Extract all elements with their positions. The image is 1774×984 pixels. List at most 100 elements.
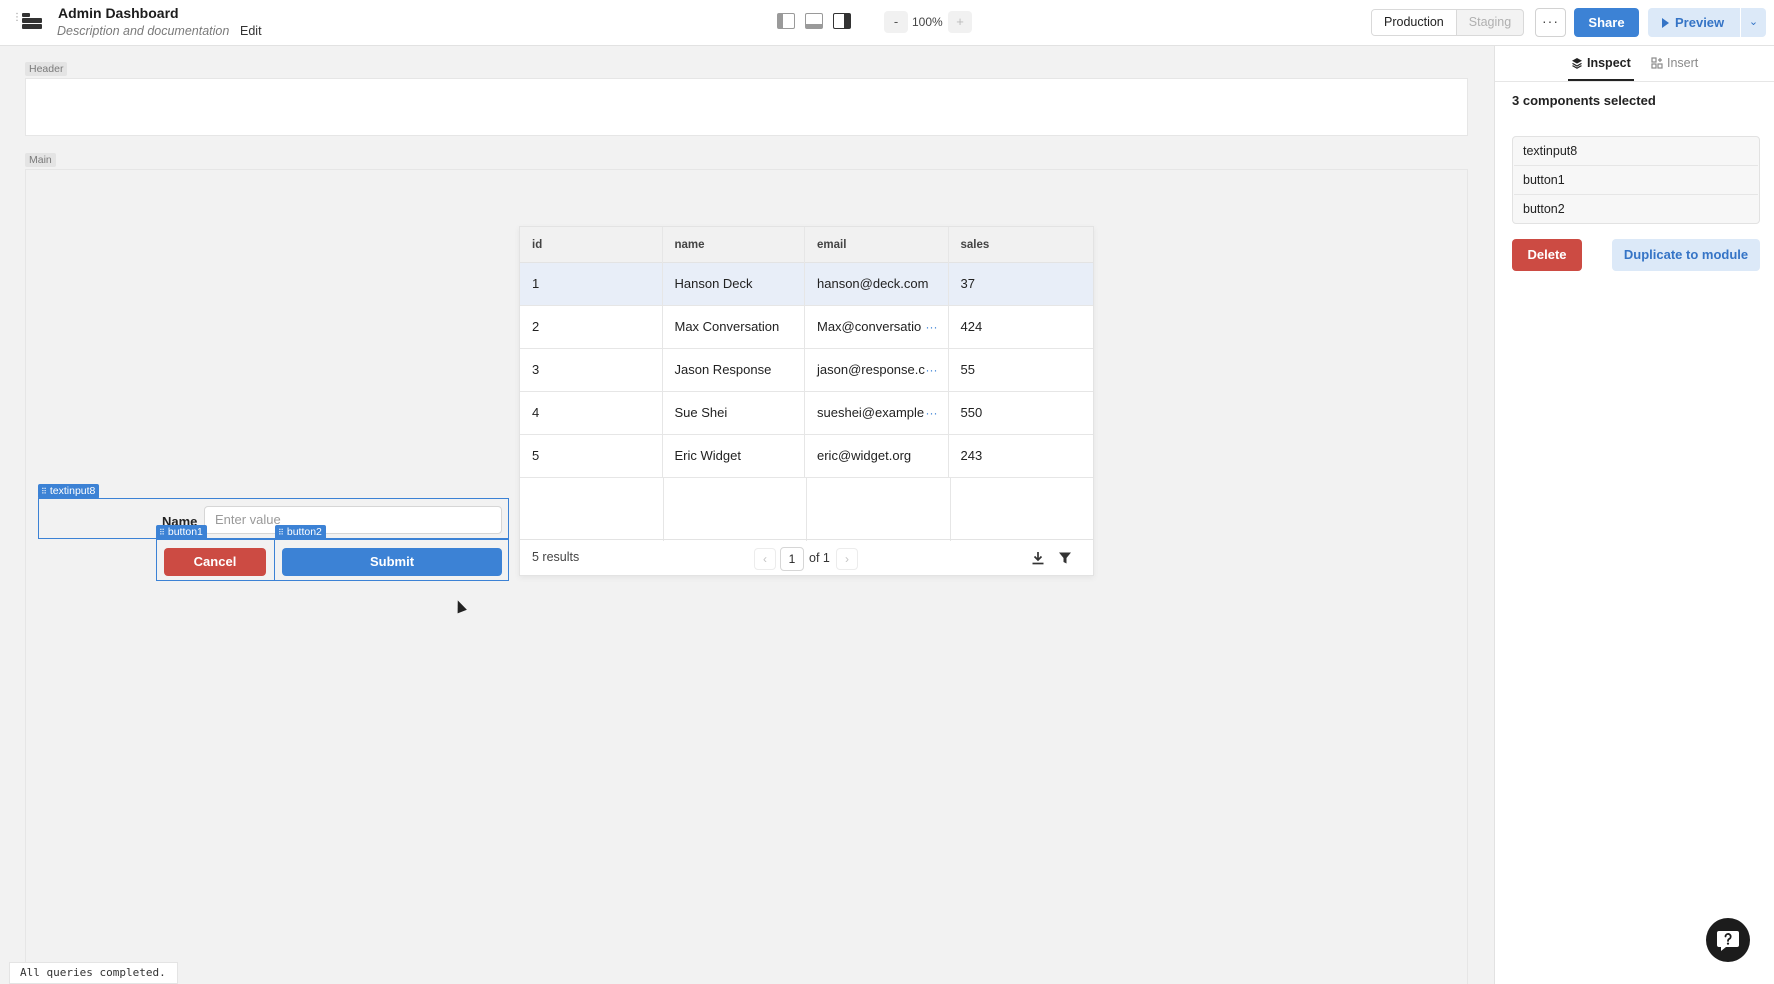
column-header-sales[interactable]: sales <box>949 227 1094 263</box>
results-count: 5 results <box>532 550 580 564</box>
previous-page-chevron-icon[interactable]: ‹ <box>754 548 776 570</box>
layout-toggles <box>777 13 851 31</box>
textinput8-tag[interactable]: ⠿ textinput8 <box>38 484 100 499</box>
button2-tag-label: button2 <box>286 526 322 538</box>
cell-sales: 424 <box>960 319 983 334</box>
column-divider <box>663 478 664 541</box>
grip-icon: ⠿ <box>159 528 165 537</box>
cell-sales: 550 <box>960 405 983 420</box>
name-text-input[interactable]: Enter value <box>204 506 502 534</box>
table-row[interactable]: 5 Eric Widget eric@widget.org 243 <box>520 435 1093 478</box>
env-staging[interactable]: Staging <box>1457 10 1523 35</box>
column-header-id[interactable]: id <box>520 227 663 263</box>
preview-button[interactable]: Preview <box>1648 8 1740 37</box>
column-header-email[interactable]: email <box>805 227 949 263</box>
help-question-icon <box>1717 931 1739 951</box>
cell-name: Sue Shei <box>663 392 805 434</box>
next-page-chevron-icon[interactable]: › <box>836 548 858 570</box>
tab-inspect-label: Inspect <box>1587 56 1631 70</box>
env-production[interactable]: Production <box>1372 10 1457 35</box>
table-footer: 5 results ‹ 1 of 1 › <box>520 539 1093 575</box>
expand-cell-ellipsis-icon[interactable]: ··· <box>926 306 938 348</box>
header-frame-label: Header <box>25 62 68 76</box>
table-header: id name email sales <box>520 227 1093 263</box>
expand-cell-ellipsis-icon[interactable]: ··· <box>926 392 938 434</box>
table-row[interactable]: 1 Hanson Deck hanson@deck.com 37 <box>520 263 1093 306</box>
selection-heading: 3 components selected <box>1512 93 1656 108</box>
cell-email: jason@response.c ··· <box>805 349 949 391</box>
top-bar: ⋮ Admin Dashboard Description and docume… <box>0 0 1774 46</box>
preview-dropdown-chevron-icon[interactable]: ⌄ <box>1741 8 1766 37</box>
cell-sales: 55 <box>960 362 975 377</box>
cell-name: Hanson Deck <box>663 263 805 305</box>
column-divider <box>806 478 807 541</box>
page-number-input[interactable]: 1 <box>780 547 804 571</box>
editor-canvas: Header Main id name email sales 1 Hanson… <box>0 46 1494 984</box>
share-button[interactable]: Share <box>1574 8 1639 37</box>
app-description[interactable]: Description and documentation <box>57 24 229 38</box>
tab-inspect[interactable]: Inspect <box>1568 56 1634 81</box>
cell-email: hanson@deck.com <box>805 263 949 305</box>
table-row[interactable]: 4 Sue Shei sueshei@example ··· 550 <box>520 392 1093 435</box>
cell-name: Eric Widget <box>663 435 805 477</box>
status-bar: All queries completed. <box>9 962 178 984</box>
cell-id: 1 <box>520 263 663 305</box>
panel-tabs: Inspect Insert <box>1495 46 1774 82</box>
right-panel-toggle-icon[interactable] <box>833 13 851 29</box>
more-options-button[interactable]: ··· <box>1535 8 1566 37</box>
cell-id: 2 <box>520 306 663 348</box>
cell-email: eric@widget.org <box>805 435 949 477</box>
selected-components-list: textinput8 button1 button2 <box>1512 136 1760 224</box>
cell-email: sueshei@example ··· <box>805 392 949 434</box>
textinput8-tag-label: textinput8 <box>49 485 96 497</box>
app-logo-icon[interactable] <box>22 13 42 31</box>
cell-sales: 243 <box>960 448 983 463</box>
submit-button[interactable]: Submit <box>282 548 502 576</box>
header-frame[interactable] <box>25 78 1468 136</box>
layers-icon <box>1572 58 1582 69</box>
environment-switch: Production Staging <box>1371 9 1525 36</box>
preview-label: Preview <box>1675 15 1725 30</box>
filter-icon[interactable] <box>1058 551 1072 565</box>
button1-tag[interactable]: ⠿ button1 <box>156 525 207 540</box>
zoom-out-button[interactable]: - <box>884 11 908 33</box>
cell-id: 4 <box>520 392 663 434</box>
cell-email-text: Max@conversatio <box>817 319 922 334</box>
cell-sales: 37 <box>960 276 975 291</box>
drag-handle-icon[interactable]: ⋮ <box>12 13 22 31</box>
button1-tag-label: button1 <box>167 526 203 538</box>
column-header-name[interactable]: name <box>663 227 805 263</box>
table-row[interactable]: 3 Jason Response jason@response.c ··· 55 <box>520 349 1093 392</box>
table-row[interactable]: 2 Max Conversation Max@conversatio ··· 42… <box>520 306 1093 349</box>
delete-button[interactable]: Delete <box>1512 239 1582 271</box>
button2-tag[interactable]: ⠿ button2 <box>275 525 326 540</box>
bottom-panel-toggle-icon[interactable] <box>805 13 823 29</box>
left-panel-toggle-icon[interactable] <box>777 13 795 29</box>
duplicate-to-module-button[interactable]: Duplicate to module <box>1612 239 1760 271</box>
grip-icon: ⠿ <box>278 528 284 537</box>
insert-components-icon <box>1651 57 1663 69</box>
data-table[interactable]: id name email sales 1 Hanson Deck hanson… <box>519 226 1094 576</box>
cell-name: Max Conversation <box>663 306 805 348</box>
selected-component-item[interactable]: button2 <box>1514 195 1758 224</box>
app-title: Admin Dashboard <box>58 5 179 21</box>
cell-email-text: jason@response.c <box>817 362 925 377</box>
edit-description-link[interactable]: Edit <box>240 24 262 38</box>
download-icon[interactable] <box>1031 551 1045 565</box>
selected-component-item[interactable]: button1 <box>1514 166 1758 195</box>
tab-insert[interactable]: Insert <box>1651 56 1698 70</box>
expand-cell-ellipsis-icon[interactable]: ··· <box>926 349 938 391</box>
selected-component-item[interactable]: textinput8 <box>1514 137 1758 166</box>
play-icon <box>1662 18 1669 28</box>
cell-id: 3 <box>520 349 663 391</box>
help-chat-button[interactable] <box>1706 918 1750 962</box>
grip-icon: ⠿ <box>41 487 47 496</box>
cell-id: 5 <box>520 435 663 477</box>
page-total: of 1 <box>809 551 830 565</box>
inspector-panel: Inspect Insert 3 components selected tex… <box>1494 46 1774 984</box>
tab-insert-label: Insert <box>1667 56 1699 70</box>
zoom-in-button[interactable]: + <box>948 11 972 33</box>
main-frame-label: Main <box>25 153 56 167</box>
cancel-button[interactable]: Cancel <box>164 548 266 576</box>
cell-email-text: sueshei@example <box>817 405 925 420</box>
